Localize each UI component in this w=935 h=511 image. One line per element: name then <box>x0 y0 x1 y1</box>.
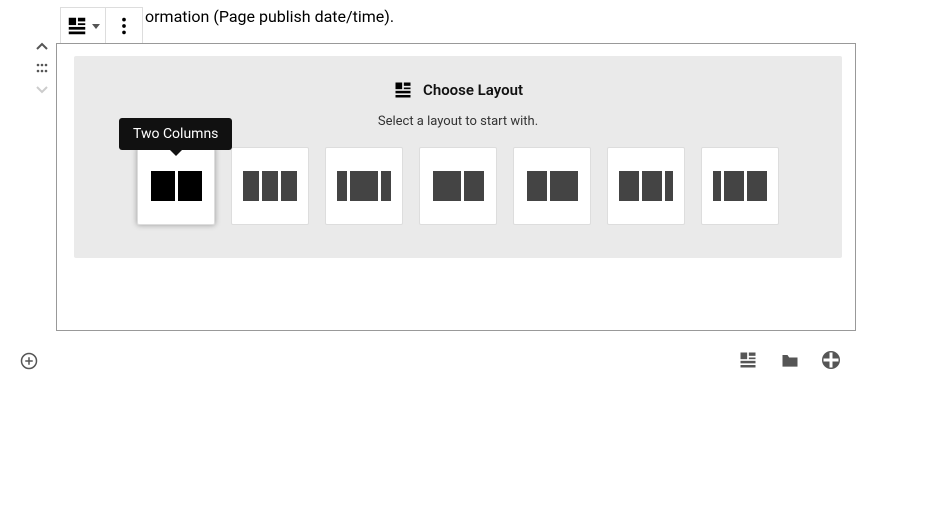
chevron-down-icon <box>92 24 100 29</box>
layout-preview-icon <box>151 171 202 201</box>
block-type-button[interactable] <box>61 8 106 44</box>
page-body-text-fragment: ormation (Page publish date/time). <box>145 7 394 26</box>
plus-circle-icon <box>20 352 38 370</box>
layout-chooser-title: Choose Layout <box>423 81 523 99</box>
canvas-footer-actions <box>738 350 840 370</box>
insert-block-button[interactable] <box>822 351 840 369</box>
layout-option-two-columns[interactable] <box>137 147 215 225</box>
insert-saved-button[interactable] <box>780 350 800 370</box>
more-vertical-icon <box>113 15 135 37</box>
insert-layout-button[interactable] <box>738 350 758 370</box>
layout-preview-icon <box>619 171 673 201</box>
layout-chooser-panel: Choose Layout Select a layout to start w… <box>74 56 842 258</box>
layout-icon <box>393 80 413 100</box>
add-block-button[interactable] <box>20 352 38 374</box>
layout-option-narrow-plus-two[interactable] <box>701 147 779 225</box>
layout-option-three-columns[interactable] <box>231 147 309 225</box>
move-up-button[interactable] <box>36 40 48 52</box>
layout-preview-icon <box>337 171 391 201</box>
plus-circle-filled-icon <box>822 351 840 369</box>
layout-preview-icon <box>527 171 578 201</box>
layout-option-left-wide[interactable] <box>419 147 497 225</box>
move-down-button[interactable] <box>36 84 48 96</box>
layout-option-right-wide[interactable] <box>513 147 591 225</box>
layout-tooltip: Two Columns <box>119 118 232 150</box>
folder-icon <box>780 350 800 370</box>
block-more-button[interactable] <box>106 8 142 44</box>
layout-option-wide-center[interactable] <box>325 147 403 225</box>
layout-preview-icon <box>433 171 484 201</box>
drag-handle[interactable] <box>36 62 48 74</box>
layout-icon <box>66 15 88 37</box>
layout-icon <box>738 350 758 370</box>
layout-preview-icon <box>713 171 767 201</box>
layout-preview-icon <box>243 171 297 201</box>
layout-options-row <box>74 147 842 225</box>
block-side-controls <box>36 40 48 96</box>
block-toolbar <box>60 7 143 45</box>
layout-option-two-plus-narrow[interactable] <box>607 147 685 225</box>
